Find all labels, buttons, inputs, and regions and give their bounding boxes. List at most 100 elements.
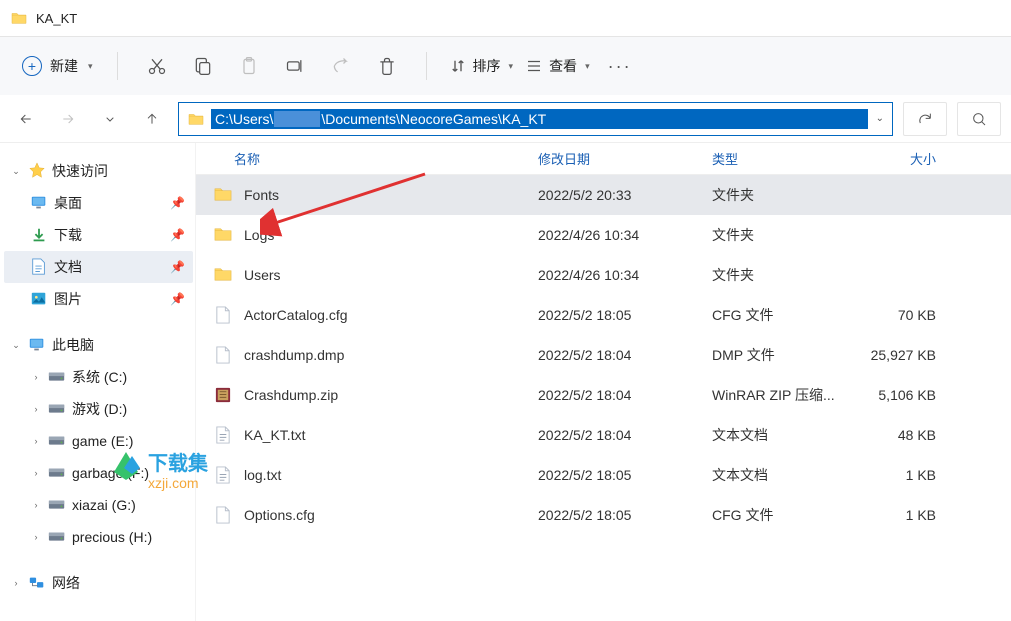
cut-button[interactable] bbox=[136, 48, 178, 84]
view-button[interactable]: 查看 ▾ bbox=[521, 54, 594, 78]
arrow-right-icon bbox=[60, 111, 76, 127]
caret-right-icon: › bbox=[30, 372, 42, 382]
drive-icon bbox=[48, 400, 66, 418]
address-bar[interactable]: C:\Users\\Documents\NeocoreGames\KA_KT ⌄ bbox=[178, 102, 893, 136]
delete-button[interactable] bbox=[366, 48, 408, 84]
file-row[interactable]: log.txt2022/5/2 18:05文本文档1 KB bbox=[196, 455, 1011, 495]
arrow-up-icon bbox=[144, 111, 160, 127]
tree-desktop[interactable]: 桌面 📌 bbox=[4, 187, 193, 219]
drive-icon bbox=[48, 368, 66, 386]
file-type: 文本文档 bbox=[712, 425, 858, 445]
file-row[interactable]: Users2022/4/26 10:34文件夹 bbox=[196, 255, 1011, 295]
file-name: log.txt bbox=[244, 467, 281, 483]
col-name[interactable]: 名称 bbox=[214, 149, 538, 168]
file-type: 文件夹 bbox=[712, 265, 858, 285]
sort-label: 排序 bbox=[473, 56, 501, 76]
paste-button[interactable] bbox=[228, 48, 270, 84]
tree-drive-h[interactable]: › precious (H:) bbox=[4, 521, 193, 553]
trash-icon bbox=[377, 56, 397, 76]
tree-quick-access[interactable]: ⌄ 快速访问 bbox=[4, 155, 193, 187]
tree-drive-c[interactable]: › 系统 (C:) bbox=[4, 361, 193, 393]
file-row[interactable]: Fonts 2022/5/2 20:33文件夹 bbox=[196, 175, 1011, 215]
recent-button[interactable] bbox=[94, 103, 126, 135]
tree-label: 桌面 bbox=[54, 193, 82, 213]
tree-drive-f[interactable]: › garbage (F:) bbox=[4, 457, 193, 489]
file-row[interactable]: Logs2022/4/26 10:34文件夹 bbox=[196, 215, 1011, 255]
pc-icon bbox=[28, 336, 46, 354]
file-date: 2022/5/2 18:05 bbox=[538, 467, 712, 483]
tree-label: 快速访问 bbox=[52, 161, 108, 181]
file-date: 2022/4/26 10:34 bbox=[538, 227, 712, 243]
desktop-icon bbox=[30, 194, 48, 212]
tree-label: xiazai (G:) bbox=[72, 497, 136, 513]
file-row[interactable]: ActorCatalog.cfg2022/5/2 18:05CFG 文件70 K… bbox=[196, 295, 1011, 335]
file-type: CFG 文件 bbox=[712, 305, 858, 325]
caret-down-icon: ⌄ bbox=[10, 166, 22, 177]
col-size[interactable]: 大小 bbox=[858, 149, 954, 168]
chevron-down-icon[interactable]: ⌄ bbox=[876, 113, 884, 124]
up-button[interactable] bbox=[136, 103, 168, 135]
tree-pictures[interactable]: 图片 📌 bbox=[4, 283, 193, 315]
file-name: Crashdump.zip bbox=[244, 387, 338, 403]
file-row[interactable]: crashdump.dmp2022/5/2 18:04DMP 文件25,927 … bbox=[196, 335, 1011, 375]
file-date: 2022/5/2 18:05 bbox=[538, 507, 712, 523]
more-button[interactable]: ··· bbox=[598, 56, 642, 77]
network-icon bbox=[28, 574, 46, 592]
file-date: 2022/5/2 18:04 bbox=[538, 347, 712, 363]
folder-icon bbox=[10, 11, 28, 25]
new-button[interactable]: + 新建 ▾ bbox=[16, 52, 99, 80]
arrow-left-icon bbox=[18, 111, 34, 127]
list-header[interactable]: 名称 修改日期 类型 大小 bbox=[196, 143, 1011, 175]
file-type: 文件夹 bbox=[712, 225, 858, 245]
file-date: 2022/5/2 20:33 bbox=[538, 187, 712, 203]
file-row[interactable]: Crashdump.zip2022/5/2 18:04WinRAR ZIP 压缩… bbox=[196, 375, 1011, 415]
file-name: Fonts bbox=[244, 187, 279, 203]
file-size: 5,106 KB bbox=[858, 387, 954, 403]
address-path[interactable]: C:\Users\\Documents\NeocoreGames\KA_KT bbox=[211, 109, 868, 129]
scissors-icon bbox=[147, 56, 167, 76]
txt-icon bbox=[214, 466, 234, 484]
rename-icon bbox=[285, 56, 305, 76]
forward-button[interactable] bbox=[52, 103, 84, 135]
tree-drive-g[interactable]: › xiazai (G:) bbox=[4, 489, 193, 521]
tree-documents[interactable]: 文档 📌 bbox=[4, 251, 193, 283]
plus-icon: + bbox=[22, 56, 42, 76]
chevron-down-icon: ▾ bbox=[585, 61, 590, 72]
file-icon bbox=[214, 306, 234, 324]
file-date: 2022/5/2 18:05 bbox=[538, 307, 712, 323]
tree-drive-d[interactable]: › 游戏 (D:) bbox=[4, 393, 193, 425]
pin-icon: 📌 bbox=[170, 196, 185, 210]
rename-button[interactable] bbox=[274, 48, 316, 84]
path-prefix: C:\Users\ bbox=[215, 111, 273, 127]
clipboard-icon bbox=[239, 56, 259, 76]
pin-icon: 📌 bbox=[170, 260, 185, 274]
tree-label: 游戏 (D:) bbox=[72, 399, 127, 419]
file-size: 48 KB bbox=[858, 427, 954, 443]
chevron-down-icon: ▾ bbox=[88, 61, 93, 72]
col-date[interactable]: 修改日期 bbox=[538, 149, 712, 168]
file-row[interactable]: Options.cfg2022/5/2 18:05CFG 文件1 KB bbox=[196, 495, 1011, 535]
refresh-button[interactable] bbox=[903, 102, 947, 136]
tree-label: precious (H:) bbox=[72, 529, 152, 545]
tree-network[interactable]: › 网络 bbox=[4, 567, 193, 599]
file-type: CFG 文件 bbox=[712, 505, 858, 525]
file-size: 70 KB bbox=[858, 307, 954, 323]
tree-label: 下载 bbox=[54, 225, 82, 245]
file-name: crashdump.dmp bbox=[244, 347, 344, 363]
sort-button[interactable]: 排序 ▾ bbox=[445, 54, 518, 78]
tree-this-pc[interactable]: ⌄ 此电脑 bbox=[4, 329, 193, 361]
file-icon bbox=[214, 506, 234, 524]
drive-icon bbox=[48, 528, 66, 546]
file-row[interactable]: KA_KT.txt2022/5/2 18:04文本文档48 KB bbox=[196, 415, 1011, 455]
search-button[interactable] bbox=[957, 102, 1001, 136]
tree-drive-e[interactable]: › game (E:) bbox=[4, 425, 193, 457]
rows-container: Fonts2022/5/2 20:33文件夹Logs2022/4/26 10:3… bbox=[196, 175, 1011, 535]
col-type[interactable]: 类型 bbox=[712, 149, 858, 168]
tree-downloads[interactable]: 下载 📌 bbox=[4, 219, 193, 251]
file-type: 文件夹 bbox=[712, 185, 858, 205]
back-button[interactable] bbox=[10, 103, 42, 135]
copy-button[interactable] bbox=[182, 48, 224, 84]
share-button[interactable] bbox=[320, 48, 362, 84]
caret-right-icon: › bbox=[30, 404, 42, 414]
chevron-down-icon bbox=[102, 111, 118, 127]
